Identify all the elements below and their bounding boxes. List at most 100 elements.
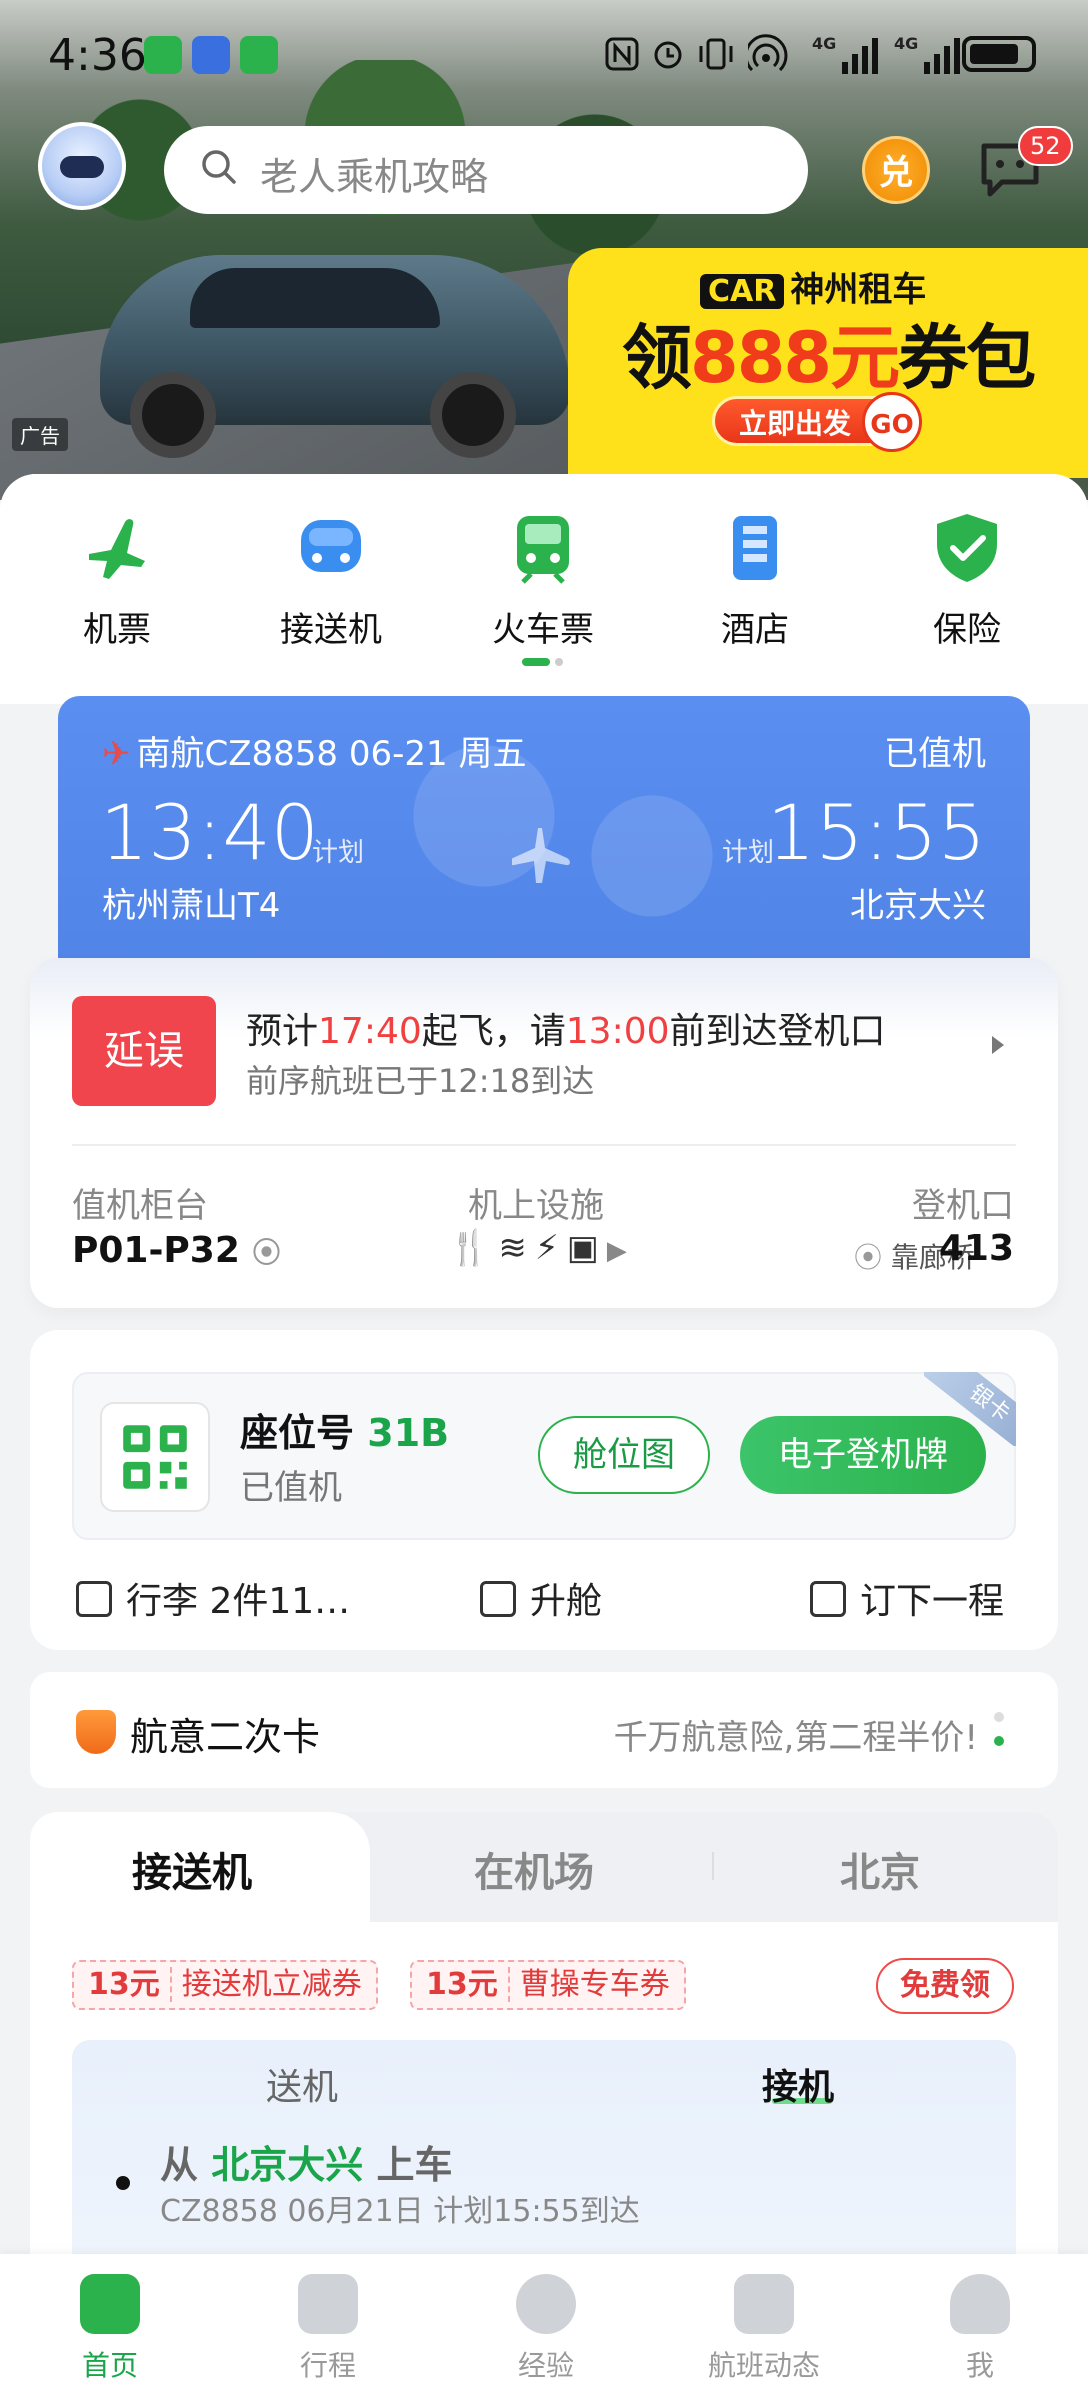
status-time: 4:36 xyxy=(48,30,147,81)
ad-tag: 广告 xyxy=(12,418,68,451)
tab-divider xyxy=(712,1852,714,1880)
plane-icon xyxy=(79,510,155,586)
nfc-icon xyxy=(605,37,639,71)
checkin-counter-value[interactable]: P01-P32 ⦿ xyxy=(72,1230,280,1271)
battery-icon xyxy=(962,36,1036,72)
signal-icon xyxy=(842,38,878,74)
category-label: 火车票 xyxy=(492,610,594,650)
delay-text: 前到达登机口 xyxy=(669,1011,886,1052)
user-icon xyxy=(950,2274,1010,2334)
tab-at-airport[interactable]: 在机场 xyxy=(474,1840,594,1898)
nav-flight-status[interactable]: 航班动态 xyxy=(694,2274,834,2384)
gate-label: 登机口 xyxy=(912,1186,1014,1226)
arrival-airport: 北京大兴 xyxy=(850,886,986,926)
facilities-icons[interactable]: 🍴≋⚡▣▶ xyxy=(448,1228,635,1268)
baggage-action[interactable]: 行李 2件11… xyxy=(76,1572,350,1624)
nav-label: 行程 xyxy=(299,2349,356,2382)
nav-label: 我 xyxy=(965,2349,994,2382)
message-badge: 52 xyxy=(1018,126,1073,166)
route-bullet xyxy=(116,2176,130,2190)
category-insurance[interactable]: 保险 xyxy=(882,510,1052,651)
nav-home[interactable]: 首页 xyxy=(40,2274,180,2384)
delay-text: 起飞，请 xyxy=(421,1011,566,1052)
category-label: 接送机 xyxy=(280,610,382,650)
nav-me[interactable]: 我 xyxy=(910,2274,1050,2384)
upgrade-action[interactable]: 升舱 xyxy=(480,1572,602,1624)
insurance-description: 千万航意险,第二程半价! xyxy=(613,1718,978,1758)
category-label: 机票 xyxy=(83,610,151,650)
delay-message[interactable]: 预计17:40起飞，请13:00前到达登机口 xyxy=(246,1002,886,1054)
category-hotel[interactable]: 酒店 xyxy=(670,510,840,651)
divider xyxy=(72,1144,1016,1146)
power-icon: ⚡ xyxy=(534,1228,567,1268)
banner-car-window xyxy=(190,268,440,328)
checkin-counter-text: P01-P32 xyxy=(72,1230,240,1271)
checkin-counter-label: 值机柜台 xyxy=(72,1186,208,1226)
vibrate-icon xyxy=(699,38,733,70)
tier-label: 银卡 xyxy=(924,1372,1016,1446)
hotspot-icon xyxy=(748,34,788,72)
upgrade-icon xyxy=(480,1581,516,1617)
assistant-avatar[interactable] xyxy=(38,122,126,210)
seat-number: 31B xyxy=(367,1411,450,1455)
page-indicator xyxy=(522,658,568,666)
tab-beijing[interactable]: 北京 xyxy=(840,1840,920,1898)
gate-number: 413 xyxy=(938,1228,1014,1269)
train-icon xyxy=(517,516,569,584)
tab-dropoff[interactable]: 送机 xyxy=(266,2058,338,2110)
signal-icon xyxy=(924,38,960,74)
category-flight[interactable]: 机票 xyxy=(32,510,202,651)
qr-code-icon[interactable] xyxy=(100,1402,210,1512)
app-root: CAR 神州租车 领888元券包 立即出发 GO 广告 4:36 4G 4G 老人… xyxy=(0,0,1088,2400)
seat-label-text: 座位号 xyxy=(240,1411,355,1455)
category-label: 酒店 xyxy=(721,610,789,650)
location-pin-icon: ⦿ xyxy=(854,1241,883,1274)
coupon-chip[interactable]: 13元 曹操专车券 xyxy=(410,1960,686,2010)
chat-icon xyxy=(516,2274,576,2334)
carousel-dots xyxy=(994,1712,1004,1756)
seat-map-button[interactable]: 舱位图 xyxy=(538,1416,710,1494)
claim-free-button[interactable]: 免费领 xyxy=(876,1958,1014,2014)
tab-transfer[interactable]: 接送机 xyxy=(132,1840,252,1898)
app-notification-icon xyxy=(192,36,230,74)
pickup-suffix: 上车 xyxy=(376,2143,453,2187)
nav-experience[interactable]: 经验 xyxy=(476,2274,616,2384)
book-next-action[interactable]: 订下一程 xyxy=(810,1572,1004,1624)
ad-go-badge[interactable]: GO xyxy=(862,392,922,452)
hotel-icon xyxy=(733,516,777,580)
search-placeholder: 老人乘机攻略 xyxy=(260,155,489,199)
tab-pickup[interactable]: 接机 xyxy=(762,2058,834,2110)
insurance-shield-icon xyxy=(76,1710,116,1754)
coupon-text: 接送机立减券 xyxy=(181,1967,362,2002)
nav-label: 首页 xyxy=(81,2349,138,2382)
airline-logo-icon: ✈ xyxy=(102,734,131,774)
search-bar[interactable]: 老人乘机攻略 xyxy=(164,126,808,214)
redeem-coin-button[interactable]: 兑 xyxy=(862,136,930,204)
category-train[interactable]: 火车票 xyxy=(458,510,628,651)
upgrade-label: 升舱 xyxy=(530,1581,603,1622)
alarm-icon xyxy=(654,41,682,69)
nav-trips[interactable]: 行程 xyxy=(258,2274,398,2384)
pickup-flight-info: CZ8858 06月21日 计划15:55到达 xyxy=(160,2194,640,2229)
coupon-amount: 13元 xyxy=(88,1967,172,2002)
wifi-off-icon: ≋ xyxy=(498,1228,535,1268)
ad-headline-amount: 888元 xyxy=(690,317,900,399)
coupon-chip[interactable]: 13元 接送机立减券 xyxy=(72,1960,378,2010)
departure-airport: 杭州萧山T4 xyxy=(102,886,281,926)
delay-badge: 延误 xyxy=(72,996,216,1106)
status-bar: 4:36 4G 4G xyxy=(0,0,1088,112)
app-notification-icon xyxy=(240,36,278,74)
location-pin-icon: ⦿ xyxy=(252,1236,281,1269)
search-icon xyxy=(202,150,236,184)
pickup-location[interactable]: 从 北京大兴 上车 xyxy=(160,2134,453,2189)
document-icon xyxy=(810,1581,846,1617)
flight-card[interactable]: ✈ 南航CZ8858 06-21 周五 已值机 13:40 计划 计划 15:55… xyxy=(58,696,1030,996)
nav-label: 经验 xyxy=(517,2349,574,2382)
pickup-prefix: 从 xyxy=(160,2143,199,2187)
banner-car-wheel xyxy=(130,372,216,458)
car-icon xyxy=(301,520,361,572)
chevron-right-icon[interactable] xyxy=(992,1036,1004,1054)
category-transfer[interactable]: 接送机 xyxy=(246,510,416,651)
home-icon xyxy=(80,2274,140,2334)
insurance-title: 航意二次卡 xyxy=(130,1715,321,1759)
